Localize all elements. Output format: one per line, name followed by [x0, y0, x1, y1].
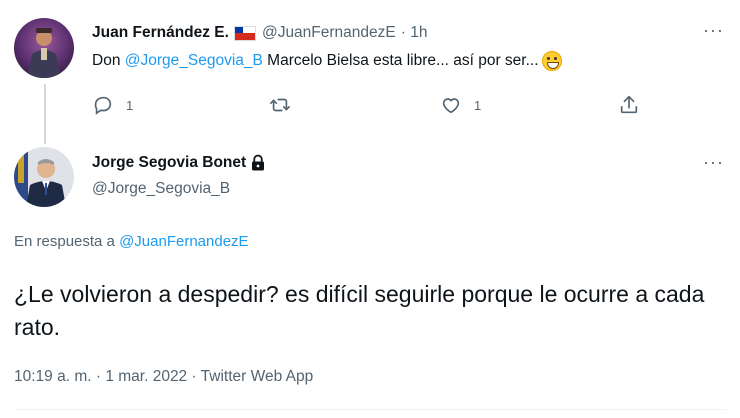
- more-icon[interactable]: ···: [703, 152, 724, 173]
- reply-icon: [94, 96, 112, 115]
- author-handle[interactable]: @Jorge_Segovia_B: [92, 180, 230, 198]
- reply-prefix: En respuesta a: [14, 233, 120, 250]
- main-tweet-text: ¿Le volvieron a despedir? es difícil seg…: [14, 281, 705, 340]
- author-name[interactable]: Juan Fernández E.: [92, 24, 229, 42]
- lock-icon: [252, 154, 265, 171]
- mention-link[interactable]: @Jorge_Segovia_B: [125, 52, 263, 70]
- share-button[interactable]: [618, 94, 640, 116]
- author-handle[interactable]: @JuanFernandezE: [262, 24, 396, 42]
- tweet-metadata[interactable]: 10:19 a. m. · 1 mar. 2022 · Twitter Web …: [14, 368, 313, 386]
- like-count: 1: [474, 97, 482, 113]
- parent-tweet-text: Don @Jorge_Segovia_B Marcelo Bielsa esta…: [92, 51, 562, 71]
- reply-button[interactable]: 1: [92, 94, 133, 116]
- divider: [14, 409, 726, 410]
- thread-connector-line: [44, 84, 46, 144]
- text-suffix: Marcelo Bielsa esta libre... así por ser…: [262, 52, 539, 69]
- reply-count: 1: [126, 97, 134, 113]
- text-prefix: Don: [92, 52, 125, 69]
- grin-emoji-icon: [541, 51, 562, 71]
- tweet-time[interactable]: · 1h: [401, 24, 428, 42]
- reply-context: En respuesta a @JuanFernandezE: [14, 233, 249, 250]
- main-tweet-header: Jorge Segovia Bonet: [92, 154, 267, 172]
- retweet-button[interactable]: [268, 94, 292, 116]
- avatar-jorge[interactable]: [14, 147, 74, 207]
- avatar-juan[interactable]: [14, 18, 74, 78]
- like-icon: [442, 98, 460, 114]
- chile-flag-icon: [233, 25, 256, 41]
- author-name[interactable]: Jorge Segovia Bonet: [92, 154, 246, 172]
- like-button[interactable]: 1: [440, 94, 481, 116]
- retweet-icon: [270, 98, 290, 112]
- share-icon: [620, 95, 638, 114]
- reply-mention-link[interactable]: @JuanFernandezE: [119, 233, 248, 250]
- parent-tweet-header: Juan Fernández E. @JuanFernandezE · 1h: [92, 24, 427, 42]
- more-icon[interactable]: ···: [703, 20, 724, 41]
